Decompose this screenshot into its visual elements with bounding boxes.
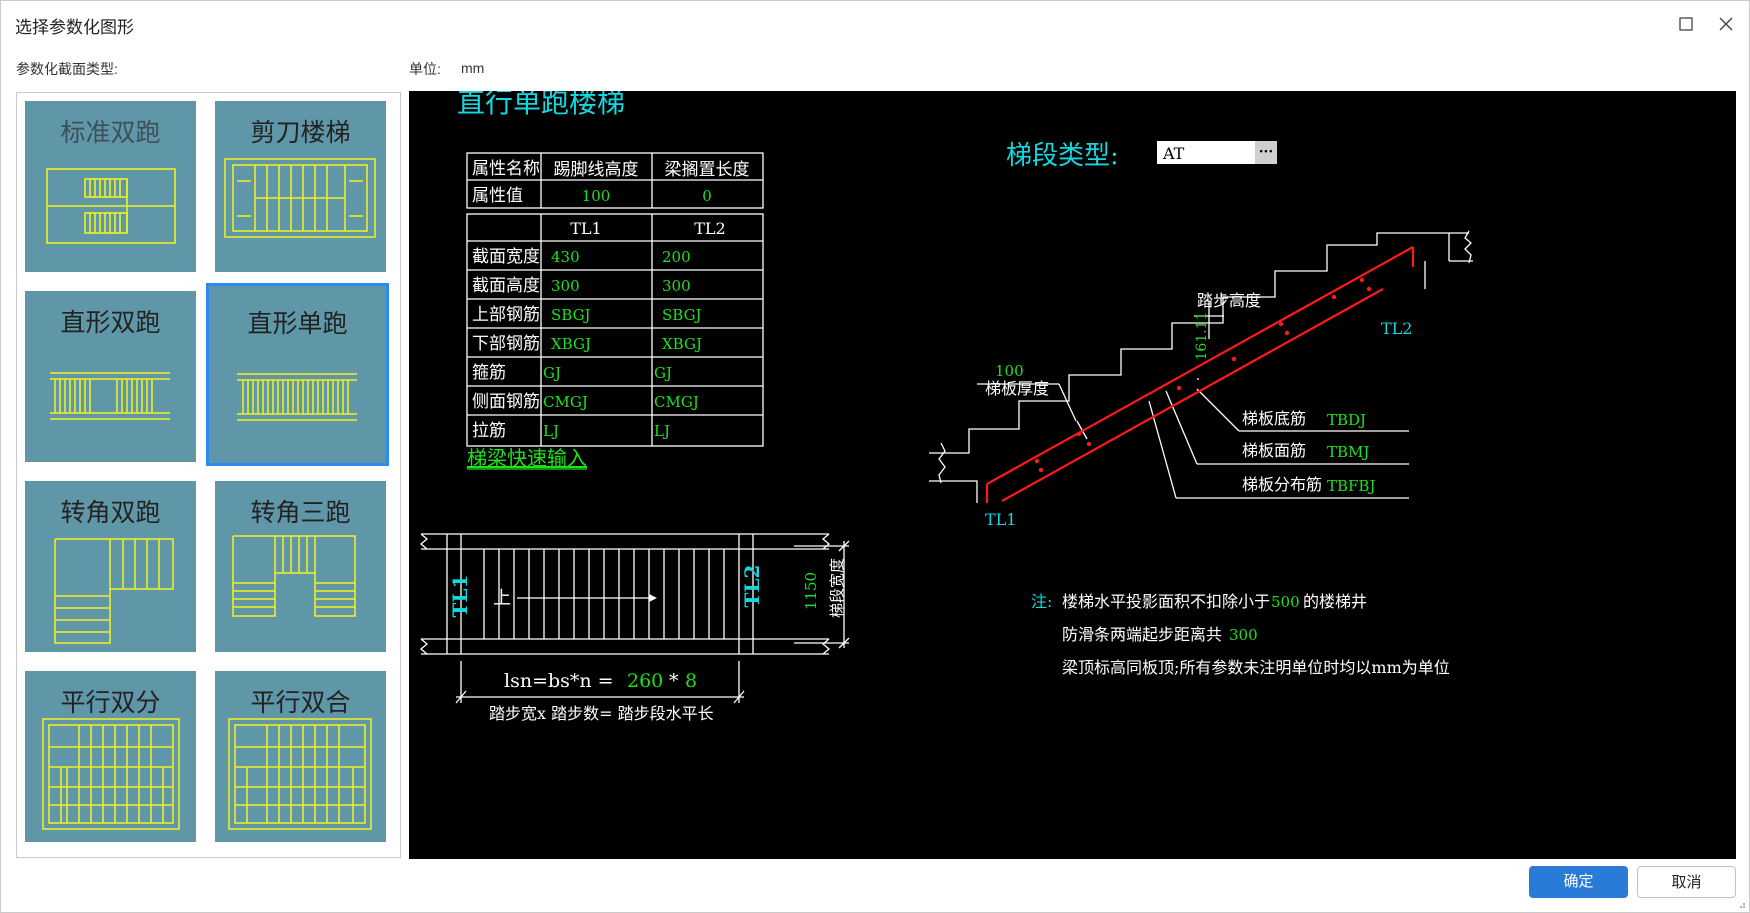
beam-tl1-value[interactable]: LJ <box>543 422 559 440</box>
beam-table: TL1 TL2 截面宽度 430 200 截面高度 300 300 上部钢筋 S… <box>466 213 764 447</box>
step-height-label: 踏步高度 <box>1197 291 1261 310</box>
beam-row-label: 箍筋 <box>472 363 506 383</box>
top-bar-label: 梯板面筋 <box>1242 441 1306 460</box>
shape-tile-parallel-split[interactable]: 平行双分 <box>23 669 198 844</box>
beam-row-label: 截面高度 <box>472 276 540 296</box>
plan-tl1-label: TL1 <box>448 575 472 618</box>
unit-label: 单位: <box>409 61 441 77</box>
beam-tl2-value[interactable]: LJ <box>654 422 670 440</box>
shape-tile-scissor[interactable]: 剪刀楼梯 <box>213 99 388 274</box>
beam-col-tl1: TL1 <box>570 219 601 238</box>
note-line1-a: 楼梯水平投影面积不扣除小于 <box>1062 592 1270 611</box>
attr-header-name: 属性名称 <box>472 159 540 179</box>
attr-header-seat: 梁搁置长度 <box>665 160 750 180</box>
corner-triple-run-icon <box>232 535 356 617</box>
double-run-stair-icon <box>46 168 176 244</box>
dialog-window: 选择参数化图形 参数化截面类型: 单位: mm 标准双跑 剪刀楼梯 直形双跑 直… <box>0 0 1750 913</box>
step-height-value[interactable]: 161.11 <box>1194 312 1210 361</box>
dist-bar-code[interactable]: TBFBJ <box>1327 477 1375 495</box>
shape-tile-corner-triple[interactable]: 转角三跑 <box>213 479 388 654</box>
parallel-split-icon <box>42 718 180 830</box>
unit-value: mm <box>461 60 485 76</box>
beam-tl2-value[interactable]: CMGJ <box>654 393 699 411</box>
beam-tl2-value[interactable]: SBGJ <box>662 306 702 324</box>
section-view: 踏步高度 161.11 100 梯板厚度 梯板底筋 TBDJ 梯板面筋 TBMJ… <box>929 230 1473 529</box>
formula-bs-value[interactable]: 260 <box>627 670 663 692</box>
plan-width-label: 梯段宽度 <box>828 558 846 618</box>
section-tl1-label: TL1 <box>985 510 1016 529</box>
ok-button[interactable]: 确定 <box>1529 866 1628 898</box>
note-prefix: 注: <box>1031 592 1052 611</box>
top-bar-code[interactable]: TBMJ <box>1327 443 1369 461</box>
dist-bar-label: 梯板分布筋 <box>1242 475 1322 494</box>
bottom-bar-code[interactable]: TBDJ <box>1327 411 1366 429</box>
beam-row-label: 侧面钢筋 <box>472 392 540 412</box>
beam-row-label: 上部钢筋 <box>472 305 540 325</box>
segment-type-label: 梯段类型: <box>1006 141 1119 171</box>
beam-col-tl2: TL2 <box>694 219 725 238</box>
formula-times: * <box>669 670 679 692</box>
note-line2-a: 防滑条两端起步距离共 <box>1062 625 1222 644</box>
maximize-icon[interactable] <box>1675 13 1697 35</box>
thickness-label: 梯板厚度 <box>985 379 1049 398</box>
close-icon[interactable] <box>1715 13 1737 35</box>
shape-tile-straight-single[interactable]: 直形单跑 <box>206 283 389 466</box>
shape-grid: 标准双跑 剪刀楼梯 直形双跑 直形单跑 转角双跑 转角三跑 平行双分 平行双合 <box>16 92 401 858</box>
beam-row-label: 拉筋 <box>472 421 506 441</box>
scissor-stair-icon <box>224 158 376 238</box>
attr-seat-value[interactable]: 0 <box>702 187 712 205</box>
formula-prefix: lsn=bs*n = <box>504 670 614 692</box>
attribute-table: 属性名称 踢脚线高度 梁搁置长度 属性值 100 0 <box>466 152 764 209</box>
parallel-merge-icon <box>228 718 372 830</box>
note-line1-value[interactable]: 500 <box>1271 593 1300 611</box>
beam-tl2-value[interactable]: 300 <box>662 277 691 295</box>
note-line2-value[interactable]: 300 <box>1229 626 1258 644</box>
corner-double-run-icon <box>54 538 174 644</box>
quick-input-link[interactable]: 梯梁快速输入 <box>467 446 587 470</box>
beam-tl1-value[interactable]: 430 <box>551 248 580 266</box>
beam-row-label: 截面宽度 <box>472 247 540 267</box>
attr-header-kick: 踢脚线高度 <box>554 160 639 180</box>
notes: 注: 楼梯水平投影面积不扣除小于 500 的楼梯井 防滑条两端起步距离共 300… <box>1031 592 1450 677</box>
plan-width-value[interactable]: 1150 <box>802 572 820 610</box>
beam-tl2-value[interactable]: GJ <box>654 364 672 382</box>
thickness-value[interactable]: 100 <box>995 362 1024 380</box>
shape-tile-corner-double[interactable]: 转角双跑 <box>23 479 198 654</box>
resize-grip-icon[interactable] <box>1736 899 1746 909</box>
attr-kick-value[interactable]: 100 <box>582 187 611 205</box>
shape-tile-standard-double[interactable]: 标准双跑 <box>23 99 198 274</box>
beam-tl1-value[interactable]: SBGJ <box>551 306 591 324</box>
plan-tl2-label: TL2 <box>740 565 764 608</box>
dialog-title: 选择参数化图形 <box>15 18 134 37</box>
segment-type-value: AT <box>1162 144 1185 163</box>
note-line3: 梁顶标高同板顶;所有参数未注明单位时均以mm为单位 <box>1062 658 1450 677</box>
beam-tl1-value[interactable]: CMGJ <box>543 393 588 411</box>
formula-n-value[interactable]: 8 <box>685 670 697 692</box>
beam-tl1-value[interactable]: XBGJ <box>551 335 591 353</box>
shape-tile-parallel-merge[interactable]: 平行双合 <box>213 669 388 844</box>
note-line1-b: 的楼梯井 <box>1303 592 1367 611</box>
straight-single-run-icon <box>237 373 357 421</box>
plan-up-label: 上 <box>493 588 511 609</box>
more-icon: ··· <box>1259 144 1274 160</box>
straight-double-run-icon <box>50 372 170 420</box>
beam-tl1-value[interactable]: 300 <box>551 277 580 295</box>
section-type-label: 参数化截面类型: <box>16 61 118 77</box>
beam-tl2-value[interactable]: XBGJ <box>662 335 702 353</box>
plan-view: TL1 TL2 上 1150 梯段宽度 lsn=bs*n = 260 * 8 踏… <box>419 533 850 723</box>
drawing-title: 直行单跑楼梯 <box>457 91 625 119</box>
preview-canvas: 直行单跑楼梯 属性名称 踢脚线高度 梁搁置长度 属性值 100 0 TL1 TL… <box>409 91 1736 859</box>
formula-caption: 踏步宽x 踏步数= 踏步段水平长 <box>489 704 714 723</box>
beam-tl1-value[interactable]: GJ <box>543 364 561 382</box>
beam-tl2-value[interactable]: 200 <box>662 248 691 266</box>
attr-row-label: 属性值 <box>472 186 523 206</box>
beam-row-label: 下部钢筋 <box>472 334 540 354</box>
cancel-button[interactable]: 取消 <box>1637 866 1736 898</box>
shape-tile-straight-double[interactable]: 直形双跑 <box>23 289 198 464</box>
section-tl2-label: TL2 <box>1381 319 1412 338</box>
bottom-bar-label: 梯板底筋 <box>1242 409 1306 428</box>
